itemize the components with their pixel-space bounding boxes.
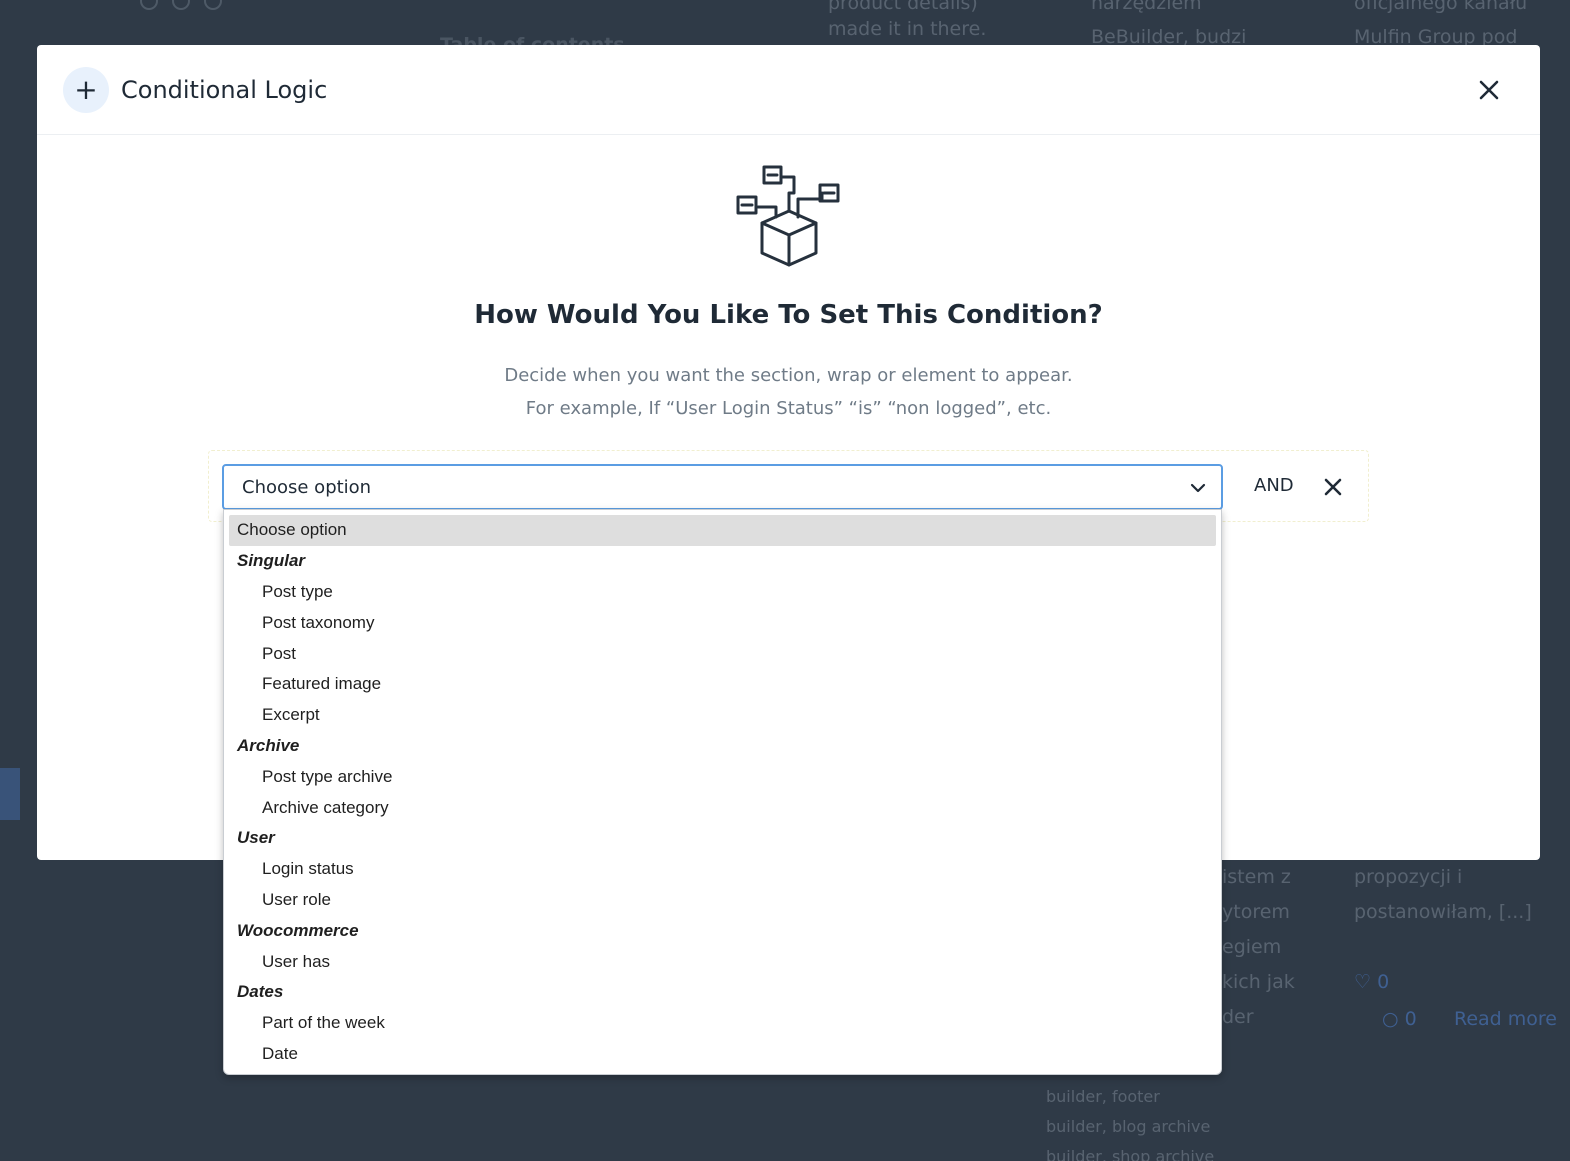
background-likes: ♡ 0 bbox=[1354, 971, 1390, 993]
option-login-status[interactable]: Login status bbox=[229, 854, 1216, 885]
option-user-has[interactable]: User has bbox=[229, 946, 1216, 977]
background-text: made it in there. bbox=[828, 18, 987, 40]
option-excerpt[interactable]: Excerpt bbox=[229, 700, 1216, 731]
condition-select-value: Choose option bbox=[242, 476, 372, 498]
background-text: der bbox=[1222, 1006, 1254, 1028]
background-text: ytorem bbox=[1222, 901, 1290, 923]
background-text: egiem bbox=[1222, 936, 1282, 958]
option-post-taxonomy[interactable]: Post taxonomy bbox=[229, 607, 1216, 638]
option-group-woocommerce: Woocommerce bbox=[237, 920, 359, 940]
background-tags: builder, footer bbox=[1046, 1087, 1160, 1106]
background-read-more-link: Read more bbox=[1454, 1008, 1557, 1030]
option-post-type-archive[interactable]: Post type archive bbox=[229, 761, 1216, 792]
option-user-role[interactable]: User role bbox=[229, 885, 1216, 916]
option-group-user: User bbox=[237, 828, 275, 848]
modal-header: + Conditional Logic bbox=[37, 45, 1540, 135]
option-archive-category[interactable]: Archive category bbox=[229, 792, 1216, 823]
option-choose-option[interactable]: Choose option bbox=[229, 515, 1216, 546]
option-featured-image[interactable]: Featured image bbox=[229, 669, 1216, 700]
background-text: postanowiłam, [...] bbox=[1354, 901, 1532, 923]
option-post[interactable]: Post bbox=[229, 638, 1216, 669]
condition-options-dropdown: Choose option Singular Post type Post ta… bbox=[223, 509, 1222, 1075]
remove-condition-icon[interactable] bbox=[1323, 477, 1343, 497]
condition-select[interactable]: Choose option bbox=[222, 464, 1223, 510]
background-comments: ○ 0 bbox=[1382, 1008, 1417, 1030]
background-text: kich jak bbox=[1222, 971, 1295, 993]
option-group-archive: Archive bbox=[237, 735, 300, 755]
background-text: istem z bbox=[1222, 866, 1291, 888]
background-side-tab bbox=[0, 768, 20, 820]
condition-description: Decide when you want the section, wrap o… bbox=[504, 365, 1073, 386]
option-date[interactable]: Date bbox=[229, 1039, 1216, 1070]
option-post-type[interactable]: Post type bbox=[229, 577, 1216, 608]
background-tags: builder, shop archive bbox=[1046, 1147, 1215, 1161]
background-text: propozycji i bbox=[1354, 866, 1463, 888]
and-button[interactable]: AND bbox=[1254, 475, 1294, 496]
background-tags: builder, blog archive bbox=[1046, 1117, 1211, 1136]
option-group-dates: Dates bbox=[237, 982, 284, 1002]
chevron-down-icon bbox=[1190, 483, 1206, 493]
network-box-icon bbox=[736, 165, 840, 267]
plus-icon: + bbox=[63, 66, 109, 113]
background-text: oficjalnego kanału bbox=[1354, 0, 1528, 14]
option-part-of-the-week[interactable]: Part of the week bbox=[229, 1008, 1216, 1039]
condition-example: For example, If “User Login Status” “is”… bbox=[525, 398, 1052, 419]
condition-question-heading: How Would You Like To Set This Condition… bbox=[474, 300, 1103, 330]
option-group-singular: Singular bbox=[237, 551, 306, 571]
close-icon[interactable] bbox=[1476, 77, 1502, 103]
background-toolbar-icons bbox=[140, 0, 222, 10]
background-text: narzędziem bbox=[1091, 0, 1202, 14]
modal-title: Conditional Logic bbox=[121, 75, 328, 104]
